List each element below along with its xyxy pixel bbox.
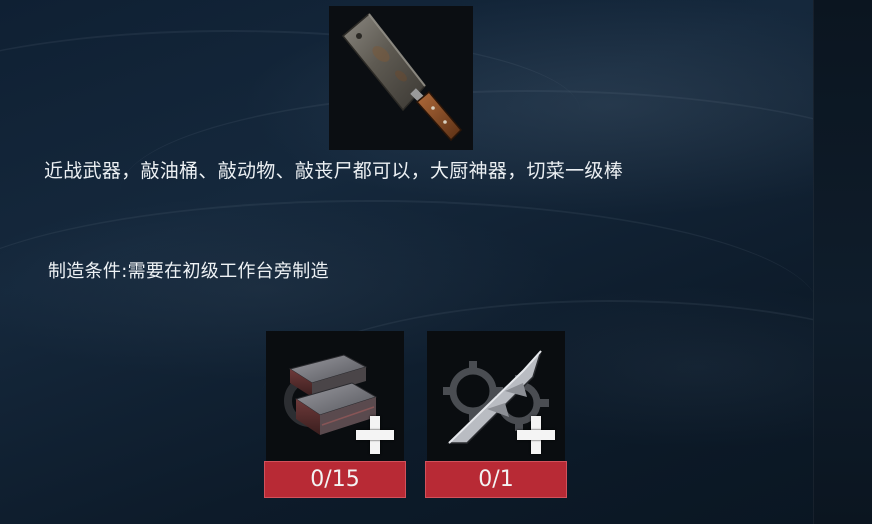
- side-panel-edge: [813, 0, 872, 524]
- material-slot-ingot[interactable]: [266, 331, 404, 463]
- material-count-blade: 0/1: [425, 461, 567, 498]
- plus-icon: [515, 414, 557, 456]
- item-description: 近战武器，敲油桶、敲动物、敲丧尸都可以，大厨神器，切菜一级棒: [44, 160, 624, 182]
- plus-icon: [354, 414, 396, 456]
- crafting-condition: 制造条件:需要在初级工作台旁制造: [48, 261, 329, 282]
- crafting-panel: 近战武器，敲油桶、敲动物、敲丧尸都可以，大厨神器，切菜一级棒 制造条件:需要在初…: [0, 0, 872, 524]
- cleaver-icon: [341, 12, 463, 142]
- item-icon-frame: [329, 6, 473, 150]
- material-count-ingot: 0/15: [264, 461, 406, 498]
- material-slot-blade[interactable]: [427, 331, 565, 463]
